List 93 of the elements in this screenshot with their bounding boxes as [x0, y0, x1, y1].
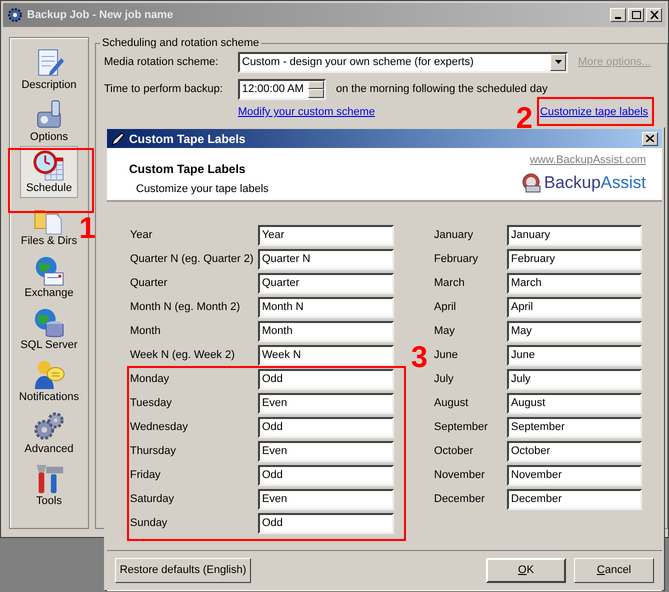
text-field[interactable]: July [507, 369, 642, 390]
text-field[interactable]: October [507, 441, 642, 462]
step-number: 1 [79, 214, 96, 244]
maximize-button[interactable] [628, 8, 644, 22]
ok-button[interactable]: OK [486, 558, 566, 583]
text-field[interactable]: Odd [258, 465, 394, 486]
cancel-button[interactable]: Cancel [574, 558, 654, 583]
field-label: Thursday [130, 444, 177, 460]
sidebar-item[interactable]: Notifications [20, 354, 78, 406]
text-field[interactable]: Even [258, 441, 394, 462]
step-number: 2 [516, 104, 533, 134]
text-field[interactable]: Even [258, 489, 394, 510]
person-speech-bubble-icon [33, 359, 65, 391]
text-field[interactable]: Year [258, 225, 394, 246]
field-label: Tuesday [130, 396, 173, 412]
caret-icon [554, 60, 562, 64]
field-label: May [434, 324, 456, 340]
sidebar-item[interactable]: Options [20, 94, 78, 146]
text-field[interactable]: Quarter [258, 273, 394, 294]
field-label: June [434, 348, 459, 364]
sidebar-item[interactable]: Exchange [20, 250, 78, 302]
field-label: Month [130, 324, 162, 340]
text-field[interactable]: August [507, 393, 642, 414]
pen-icon [111, 132, 125, 146]
maximize-icon [632, 11, 640, 19]
field-label: September [434, 420, 489, 436]
restore-defaults-button[interactable]: Restore defaults (English) [115, 558, 251, 583]
field-label: October [434, 444, 474, 460]
field-label: Quarter [130, 276, 168, 292]
text-field[interactable]: May [507, 321, 642, 342]
text-field[interactable]: March [507, 273, 642, 294]
text-field[interactable]: January [507, 225, 642, 246]
text-field[interactable]: November [507, 465, 642, 486]
customize-labels-link[interactable]: Customize tape labels [540, 104, 648, 121]
field-label: April [434, 300, 458, 316]
field-label: August [434, 396, 470, 412]
field-label: February [434, 252, 480, 268]
field-label: Time to perform backup: [104, 82, 224, 97]
window-title: Backup Job - New job name [27, 8, 174, 23]
modify-scheme-link[interactable]: Modify your custom scheme [238, 104, 375, 121]
field-label: January [434, 228, 474, 244]
time-note: on the morning following the scheduled day [336, 82, 548, 97]
dropdown[interactable]: Custom - design your own scheme (for experts) [238, 52, 568, 72]
dialog-title: Custom Tape Labels [129, 130, 246, 148]
close-icon [650, 11, 658, 19]
sidebar-item[interactable]: Tools [20, 458, 78, 510]
globe-database-icon [33, 307, 65, 339]
website-link[interactable]: www.BackupAssist.com [530, 152, 646, 168]
text-field[interactable]: Month N [258, 297, 394, 318]
clock-calendar-icon [33, 150, 65, 182]
text-field[interactable]: Week N [258, 345, 394, 366]
globe-envelope-icon [33, 255, 65, 287]
time-spinner[interactable]: 12:00:00 AM [238, 78, 326, 100]
dialog-subheading: Customize your tape labels [135, 182, 269, 197]
field-label: Saturday [130, 492, 176, 508]
logo: BackupAssist [522, 172, 646, 192]
step-number: 3 [411, 343, 428, 373]
field-label: November [434, 468, 486, 484]
field-label: Week N (eg. Week 2) [130, 348, 236, 364]
close-icon [646, 135, 654, 142]
field-label: December [434, 492, 486, 508]
sidebar-item[interactable]: Files & Dirs [20, 198, 78, 250]
text-field[interactable]: Month [258, 321, 394, 342]
minimize-button[interactable] [610, 8, 626, 22]
text-field[interactable]: Odd [258, 417, 394, 438]
dialog-heading: Custom Tape Labels [129, 161, 246, 178]
text-field[interactable]: Even [258, 393, 394, 414]
field-label: Wednesday [130, 420, 189, 436]
field-label: Media rotation scheme: [104, 54, 220, 70]
text-field[interactable]: April [507, 297, 642, 318]
field-label: Month N (eg. Month 2) [130, 300, 242, 316]
field-label: March [434, 276, 466, 292]
sidebar-item[interactable]: Schedule [20, 146, 78, 198]
text-field[interactable]: June [507, 345, 642, 366]
text-field[interactable]: December [507, 489, 642, 510]
text-field[interactable]: February [507, 249, 642, 270]
field-label: Friday [130, 468, 162, 484]
field-label: Year [130, 228, 154, 244]
text-field[interactable]: Odd [258, 369, 394, 390]
close-button[interactable] [646, 8, 662, 22]
gear-icon [7, 7, 23, 23]
group-title: Scheduling and rotation scheme [100, 37, 262, 50]
text-field[interactable]: Quarter N [258, 249, 394, 270]
sidebar-item[interactable]: Advanced [20, 406, 78, 458]
sidebar-item[interactable]: SQL Server [20, 302, 78, 354]
field-label: Monday [130, 372, 170, 388]
text-field[interactable]: September [507, 417, 642, 438]
field-label: Quarter N (eg. Quarter 2) [130, 252, 254, 268]
close-button[interactable] [642, 132, 658, 146]
field-label: Sunday [130, 516, 168, 532]
field-label: July [434, 372, 455, 388]
sidebar-item[interactable]: Description [20, 42, 78, 94]
text-field[interactable]: Odd [258, 513, 394, 534]
